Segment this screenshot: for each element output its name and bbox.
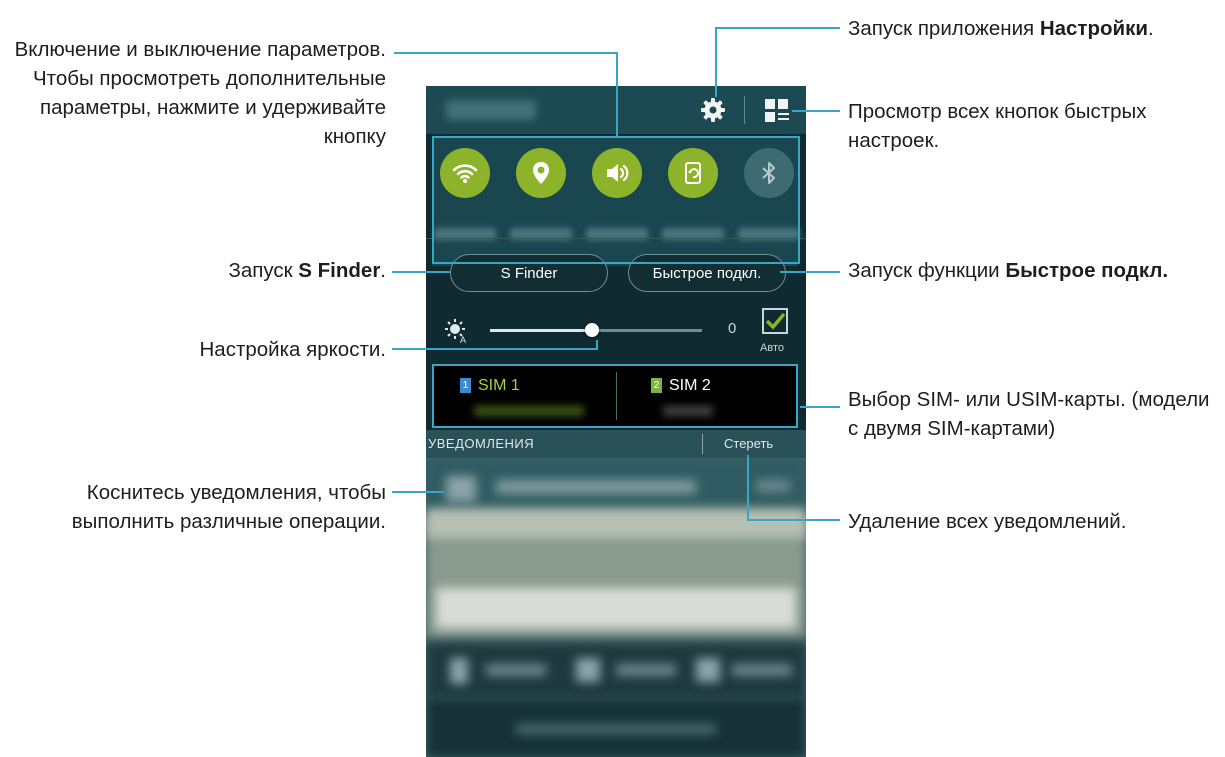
sim-selector: 1 SIM 1 2 SIM 2 xyxy=(432,364,798,428)
notification-icon-blurred xyxy=(446,476,476,502)
sim-1-option[interactable]: 1 SIM 1 xyxy=(434,366,616,426)
annotation-sfinder-suffix: . xyxy=(380,259,386,282)
annotation-sim: Выбор SIM- или USIM-карты. (модели с дву… xyxy=(848,388,1210,440)
brightness-value: 0 xyxy=(728,320,737,337)
notification-text-blurred xyxy=(516,724,716,734)
annotation-settings-prefix: Запуск приложения xyxy=(848,17,1040,40)
notification-input-blurred xyxy=(436,588,796,628)
annotation-quick-connect-prefix: Запуск функции xyxy=(848,259,1006,282)
sim-1-carrier-blurred xyxy=(474,406,584,416)
sim-2-carrier-blurred xyxy=(663,406,713,416)
toggle-location[interactable] xyxy=(516,148,566,198)
annotation-notification: Коснитесь уведомления, чтобы выполнить р… xyxy=(71,481,386,533)
svg-text:A: A xyxy=(460,335,466,344)
sfinder-button[interactable]: S Finder xyxy=(450,254,608,292)
action-label-blurred xyxy=(616,664,676,676)
callout-line xyxy=(780,271,840,273)
sim-2-badge: 2 xyxy=(651,378,662,393)
annotation-clear: Удаление всех уведомлений. xyxy=(848,510,1127,533)
notifications-header: УВЕДОМЛЕНИЯ Стереть xyxy=(426,430,806,458)
auto-brightness-checkbox[interactable] xyxy=(762,308,788,334)
clear-button[interactable]: Стереть xyxy=(724,436,773,451)
toggle-bluetooth[interactable] xyxy=(744,148,794,198)
callout-line xyxy=(392,348,598,350)
callout-line xyxy=(432,136,434,264)
annotation-sfinder: Запуск S Finder. xyxy=(0,256,386,285)
toggle-sound[interactable] xyxy=(592,148,642,198)
toggle-screen-rotation[interactable] xyxy=(668,148,718,198)
quick-settings-grid-icon[interactable] xyxy=(762,96,792,126)
status-divider xyxy=(744,96,745,124)
screen-rotation-icon xyxy=(685,162,701,184)
quick-toggles-row xyxy=(432,138,800,266)
notification-preview-blurred xyxy=(426,508,806,538)
annotation-quick-connect-bold: Быстрое подкл. xyxy=(1005,259,1169,282)
notification-text-blurred xyxy=(496,480,696,494)
callout-line xyxy=(392,491,444,493)
callout-line xyxy=(792,110,840,112)
callout-line xyxy=(432,262,800,264)
callout-line xyxy=(747,455,749,521)
notification-item[interactable] xyxy=(426,458,806,757)
status-time-blurred xyxy=(446,100,536,120)
annotation-sfinder-prefix: Запуск xyxy=(228,259,299,282)
brightness-slider[interactable] xyxy=(490,323,702,337)
annotation-settings-suffix: . xyxy=(1147,17,1154,40)
sim-2-label: SIM 2 xyxy=(669,377,711,394)
delete-icon xyxy=(450,658,468,684)
location-icon xyxy=(533,162,549,184)
callout-line xyxy=(432,136,800,138)
notifications-title: УВЕДОМЛЕНИЯ xyxy=(428,436,535,451)
annotation-settings: Запуск приложения Настройки. xyxy=(848,14,1225,43)
wifi-icon xyxy=(452,164,478,183)
callout-line xyxy=(394,52,618,54)
action-label-blurred xyxy=(732,664,792,676)
callout-line xyxy=(715,27,840,29)
notification-time-blurred xyxy=(756,480,790,492)
gear-icon[interactable] xyxy=(698,95,728,125)
callout-line xyxy=(747,519,840,521)
annotation-quick-connect: Запуск функции Быстрое подкл. xyxy=(848,256,1225,285)
brightness-slider-thumb[interactable] xyxy=(584,323,599,337)
callout-line xyxy=(616,52,618,136)
notification-panel: S Finder Быстрое подкл. A 0 Авто 1 SIM 1… xyxy=(426,86,806,757)
annotation-toggles: Включение и выключение параметров. Чтобы… xyxy=(14,38,386,148)
callout-line xyxy=(715,27,717,97)
callout-line xyxy=(798,136,800,264)
sim-1-badge: 1 xyxy=(460,378,471,393)
bluetooth-icon xyxy=(762,162,775,184)
annotation-quick-settings: Просмотр всех кнопок быстрых настроек. xyxy=(848,100,1147,152)
sound-icon xyxy=(607,164,629,182)
share-icon xyxy=(696,658,720,682)
edit-icon xyxy=(576,658,600,682)
callout-line xyxy=(800,406,840,408)
sim-2-option[interactable]: 2 SIM 2 xyxy=(617,366,796,426)
annotation-sfinder-bold: S Finder xyxy=(298,259,381,282)
callout-line xyxy=(596,340,598,350)
callout-line xyxy=(392,271,450,273)
action-label-blurred xyxy=(486,664,546,676)
brightness-auto-icon: A xyxy=(445,319,466,344)
brightness-slider-fill xyxy=(490,329,592,332)
auto-brightness-label: Авто xyxy=(760,342,784,354)
quick-connect-button[interactable]: Быстрое подкл. xyxy=(628,254,786,292)
check-icon xyxy=(765,312,786,330)
toggle-wifi[interactable] xyxy=(440,148,490,198)
sim-1-label: SIM 1 xyxy=(478,377,520,394)
notifications-divider xyxy=(702,434,703,454)
divider xyxy=(426,238,806,239)
annotation-settings-bold: Настройки xyxy=(1039,17,1148,40)
annotation-brightness: Настройка яркости. xyxy=(199,338,386,361)
